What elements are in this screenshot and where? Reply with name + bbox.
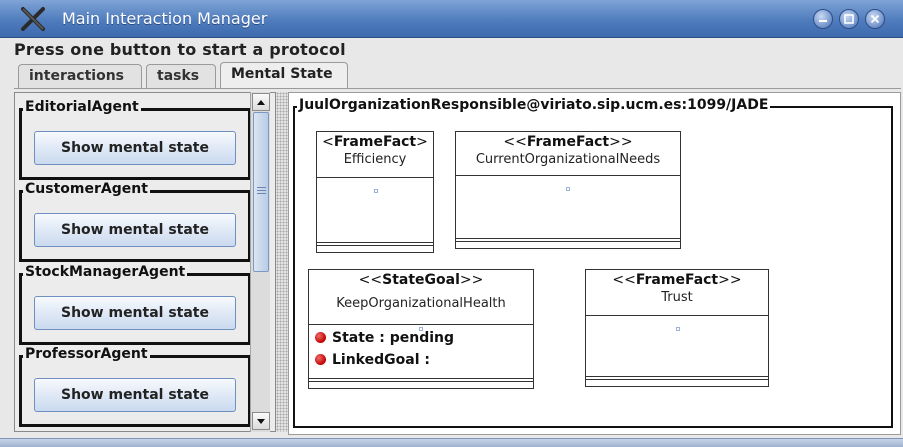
agent-name: ProfessorAgent — [23, 346, 150, 362]
tab-tasks[interactable]: tasks — [146, 64, 216, 89]
minimize-button[interactable] — [813, 9, 833, 29]
agent-group-professor: ProfessorAgent Show mental state — [19, 346, 251, 427]
tab-divider — [14, 88, 901, 89]
window-title: Main Interaction Manager — [62, 9, 268, 28]
mental-state-canvas: JuulOrganizationResponsible@viriato.sip.… — [288, 92, 901, 435]
title-bar: Main Interaction Manager — [0, 0, 903, 38]
window-bottom-edge — [0, 438, 903, 447]
agent-name: StockManagerAgent — [23, 264, 188, 280]
attribute-bullet-icon — [315, 332, 326, 343]
maximize-button[interactable] — [839, 9, 859, 29]
agent-list-panel: EditorialAgent Show mental state Custome… — [14, 92, 276, 432]
agent-group-customer: CustomerAgent Show mental state — [19, 181, 251, 262]
maximize-icon — [844, 14, 854, 24]
agent-group-editorial: EditorialAgent Show mental state — [19, 99, 251, 180]
show-mental-state-button[interactable]: Show mental state — [34, 296, 236, 330]
close-icon — [870, 14, 880, 24]
tab-interactions[interactable]: interactions — [18, 64, 142, 89]
show-mental-state-button[interactable]: Show mental state — [34, 213, 236, 247]
attribute-row: LinkedGoal : — [315, 352, 430, 368]
entity-name: CurrentOrganizationalNeeds — [475, 152, 661, 167]
arrow-down-icon — [257, 419, 265, 424]
entity-stereotype: <<FrameFact>> — [612, 272, 742, 288]
agent-name: EditorialAgent — [23, 99, 141, 115]
arrow-up-icon — [257, 100, 265, 105]
close-button[interactable] — [865, 9, 885, 29]
agent-group-stock-manager: StockManagerAgent Show mental state — [19, 264, 251, 345]
attribute-row: State : pending — [315, 330, 454, 346]
attribute-bullet-icon — [315, 354, 326, 365]
scroll-up-button[interactable] — [252, 93, 270, 111]
instruction-text: Press one button to start a protocol — [14, 40, 346, 59]
show-mental-state-button[interactable]: Show mental state — [34, 131, 236, 165]
entity-efficiency[interactable]: <FrameFact> Efficiency — [316, 131, 434, 253]
entity-stereotype: <FrameFact> — [322, 134, 428, 150]
entity-name: Trust — [661, 290, 693, 305]
entity-trust[interactable]: <<FrameFact>> Trust — [585, 269, 769, 387]
entity-name: Efficiency — [343, 152, 407, 167]
entity-name: KeepOrganizationalHealth — [336, 296, 506, 311]
agent-address-title: JuulOrganizationResponsible@viriato.sip.… — [297, 97, 771, 113]
entity-stereotype: <<FrameFact>> — [503, 134, 633, 150]
minimize-icon — [819, 20, 827, 22]
show-mental-state-button[interactable]: Show mental state — [34, 378, 236, 412]
entity-keep-organizational-health[interactable]: <<StateGoal>> KeepOrganizationalHealth S… — [308, 269, 534, 389]
agent-list-scrollbar[interactable] — [250, 92, 270, 432]
entity-stereotype: <<StateGoal>> — [358, 272, 484, 288]
app-x-icon — [21, 7, 45, 31]
scroll-down-button[interactable] — [252, 412, 270, 430]
entity-current-organizational-needs[interactable]: <<FrameFact>> CurrentOrganizationalNeeds — [455, 131, 681, 249]
agent-name: CustomerAgent — [23, 181, 150, 197]
split-pane-divider[interactable] — [276, 92, 288, 432]
scroll-thumb[interactable] — [253, 112, 269, 272]
tab-mental-state[interactable]: Mental State — [220, 62, 348, 89]
